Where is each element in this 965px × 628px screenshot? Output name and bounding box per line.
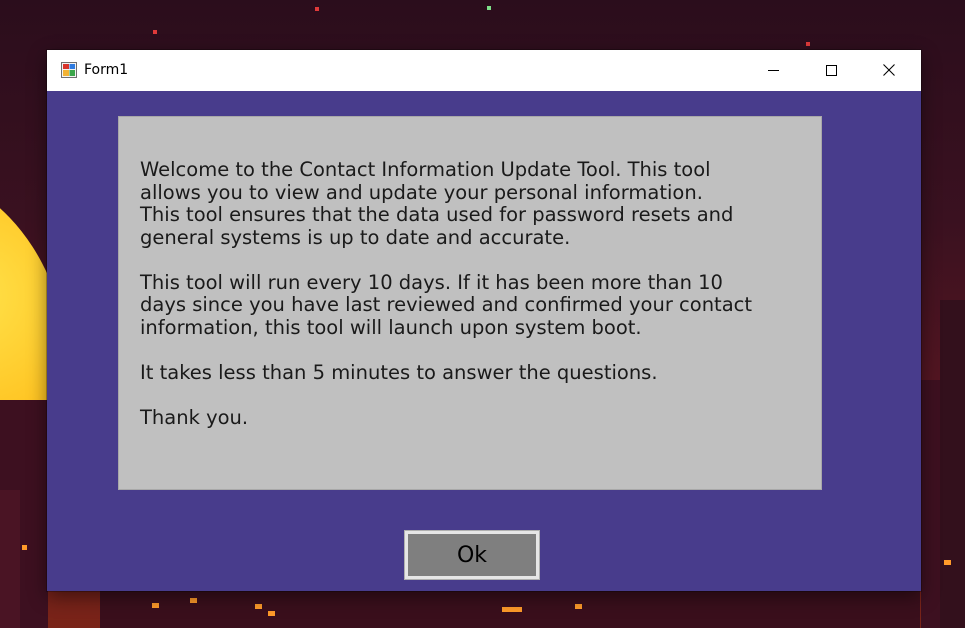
window-title: Form1	[84, 62, 129, 78]
wallpaper-window-light	[255, 604, 262, 609]
message-text: Welcome to the Contact Information Updat…	[140, 158, 810, 429]
message-paragraph-schedule: This tool will run every 10 days. If it …	[140, 270, 753, 339]
message-panel: Welcome to the Contact Information Updat…	[118, 116, 822, 490]
maximize-button[interactable]	[808, 50, 854, 91]
wallpaper-star	[806, 42, 810, 46]
close-button[interactable]	[866, 50, 912, 91]
ok-button[interactable]: Ok	[404, 530, 540, 580]
wallpaper-window-light	[268, 611, 275, 616]
minimize-icon	[767, 61, 779, 80]
wallpaper-window-light	[944, 560, 951, 565]
wallpaper-star	[153, 30, 157, 34]
message-paragraph-thanks: Thank you.	[140, 405, 249, 429]
wallpaper-window-light	[22, 545, 27, 550]
app-icon[interactable]	[61, 62, 77, 78]
wallpaper-building	[0, 490, 20, 628]
wallpaper-window-light	[575, 604, 582, 609]
wallpaper-window-light	[502, 607, 522, 612]
close-icon	[883, 61, 895, 80]
wallpaper-window-light	[152, 603, 159, 608]
form-window: Form1 Welcome to the Contact Information…	[47, 50, 921, 591]
maximize-icon	[825, 61, 837, 80]
wallpaper-building	[940, 300, 965, 628]
wallpaper-star	[315, 7, 319, 11]
wallpaper-window-light	[190, 598, 197, 603]
wallpaper-star	[487, 6, 491, 10]
minimize-button[interactable]	[750, 50, 796, 91]
message-paragraph-welcome: Welcome to the Contact Information Updat…	[140, 158, 734, 249]
title-bar[interactable]: Form1	[47, 50, 921, 91]
message-paragraph-duration: It takes less than 5 minutes to answer t…	[140, 360, 658, 384]
